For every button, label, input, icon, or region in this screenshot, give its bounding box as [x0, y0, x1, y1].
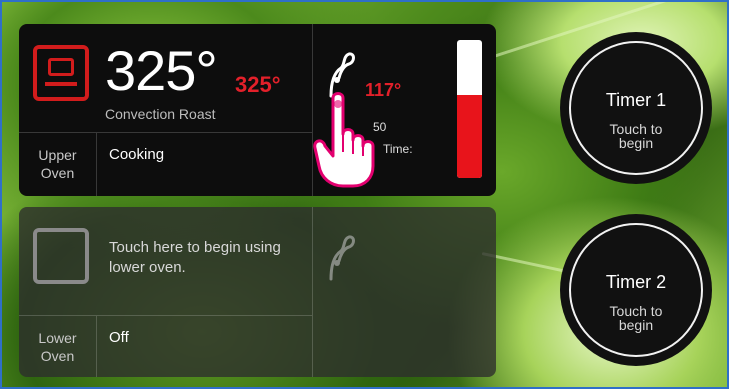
upper-oven-label: Upper Oven [19, 133, 97, 196]
upper-oven-temperature-area[interactable]: 325° 325° Convection Roast [19, 24, 312, 132]
probe-time-label: Time: [383, 142, 413, 156]
cooking-mode: Convection Roast [105, 106, 216, 122]
lower-oven-label: Lower Oven [19, 316, 97, 377]
upper-oven-status: Cooking [109, 146, 165, 163]
lower-oven-label-line2: Oven [40, 348, 75, 364]
thermometer-fill [457, 95, 482, 178]
timer-2-subtitle: Touch to begin [609, 303, 663, 333]
timer-2-title: Timer 2 [605, 272, 667, 292]
timer-2-button[interactable]: Timer 2 Touch to begin [560, 214, 712, 366]
meat-probe-icon [329, 235, 355, 281]
oven-control-screen: 325° 325° Convection Roast Upper Oven Co… [0, 0, 729, 389]
lower-oven-panel[interactable]: Touch here to begin using lower oven. Lo… [19, 207, 496, 377]
lower-oven-begin-text: Touch here to begin using lower oven. [109, 239, 281, 276]
empty-oven-icon [33, 228, 89, 284]
timer-1-title: Timer 1 [605, 90, 667, 110]
lower-probe-panel[interactable] [312, 207, 496, 377]
lower-oven-status: Off [109, 329, 129, 346]
lower-oven-label-line1: Lower [38, 330, 77, 346]
timer-1-subtitle: Touch to begin [609, 121, 663, 151]
pointing-hand-icon [313, 92, 375, 188]
timer-1-button[interactable]: Timer 1 Touch to begin [560, 32, 712, 184]
set-temperature: 325° [235, 72, 281, 97]
upper-oven-panel[interactable]: 325° 325° Convection Roast Upper Oven Co… [19, 24, 496, 196]
oven-rack-shape [45, 82, 77, 86]
thermometer-bar [457, 40, 482, 178]
lower-oven-start-area[interactable]: Touch here to begin using lower oven. [19, 207, 312, 315]
upper-oven-status-row[interactable]: Upper Oven Cooking [19, 132, 312, 196]
oven-door-shape [48, 58, 74, 76]
upper-oven-label-line1: Upper [38, 147, 77, 163]
upper-oven-label-line2: Oven [40, 165, 75, 181]
lower-oven-status-row[interactable]: Lower Oven Off [19, 315, 312, 377]
current-temperature: 325° [105, 39, 218, 102]
oven-icon [33, 45, 89, 101]
